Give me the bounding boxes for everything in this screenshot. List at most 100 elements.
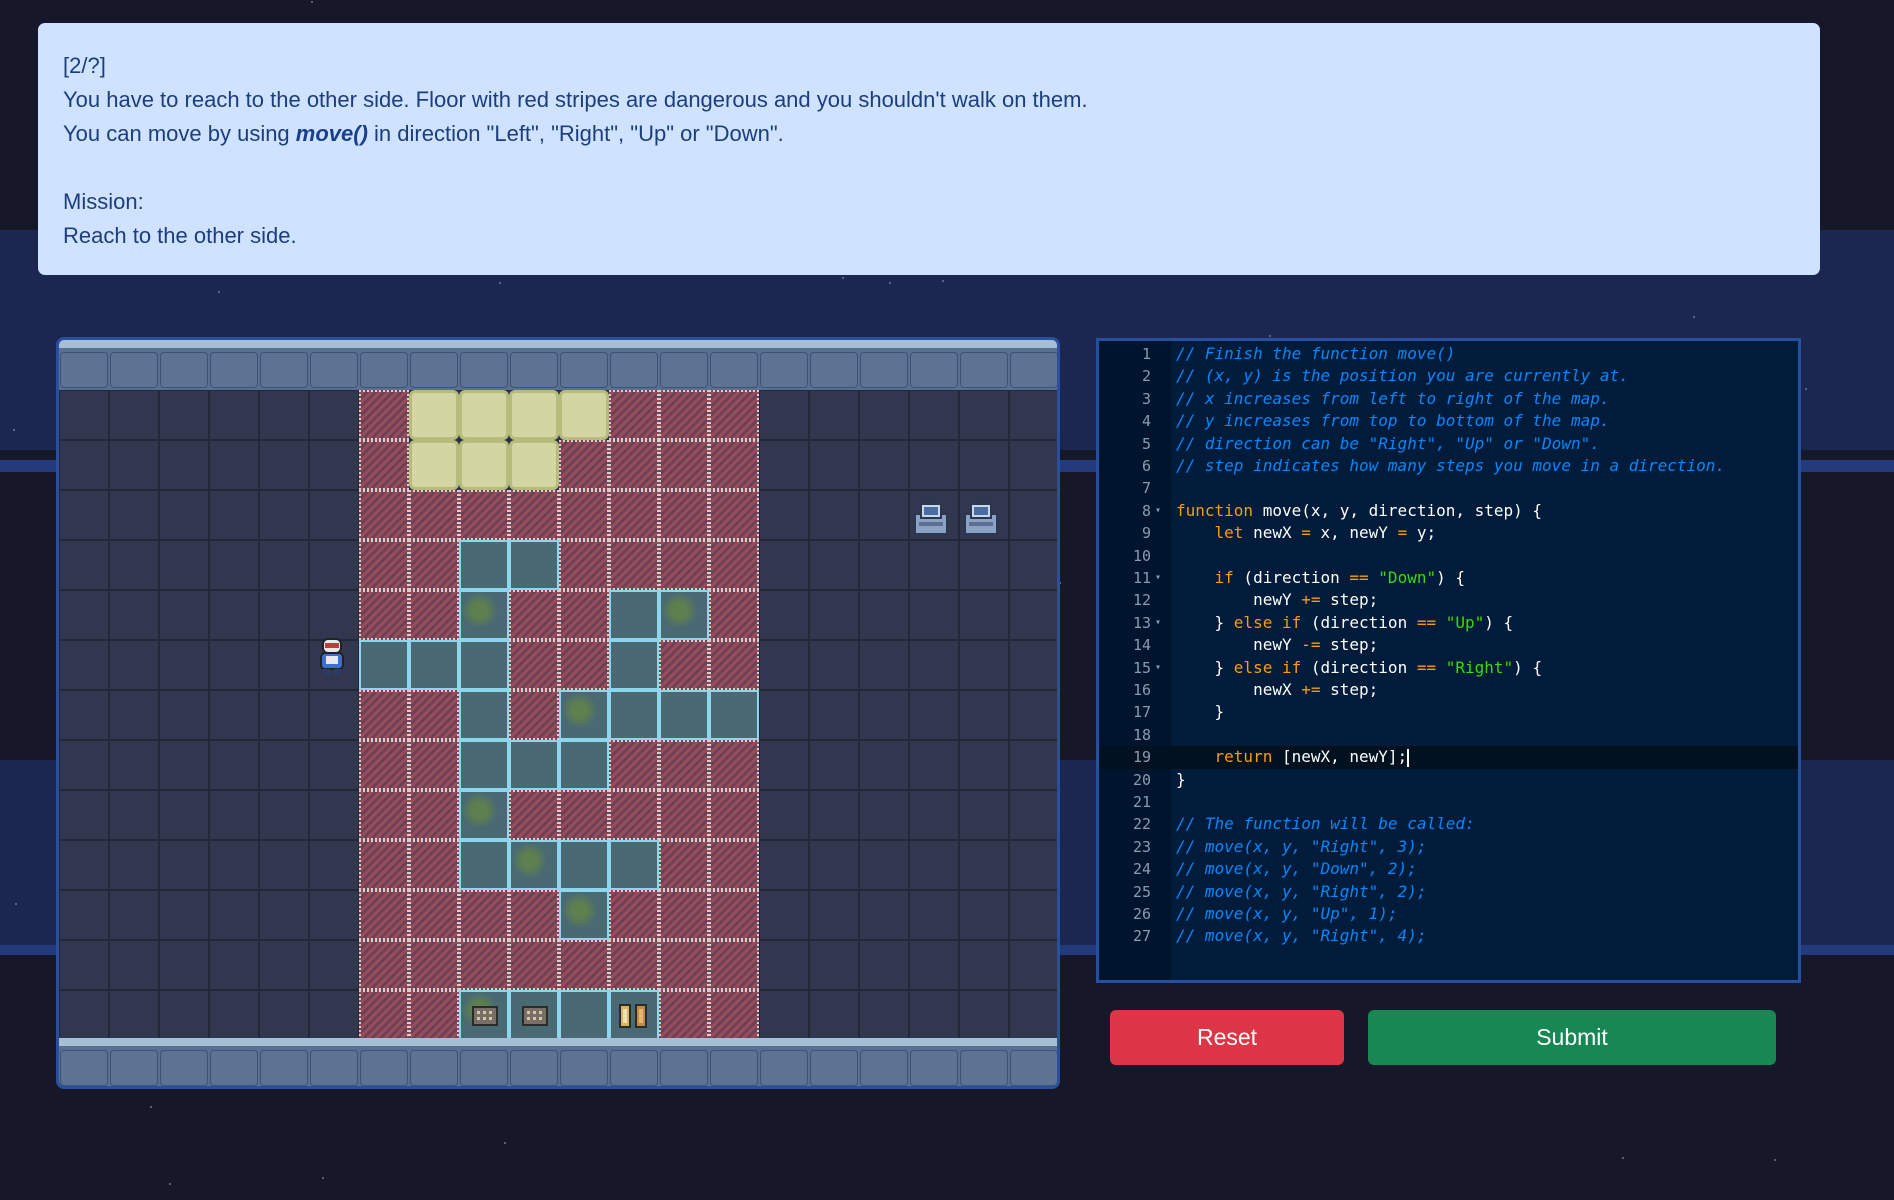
code-line[interactable]: 4 // y increases from top to bottom of th… — [1099, 410, 1798, 432]
floor-tile — [909, 590, 959, 640]
goal-tile — [509, 390, 559, 440]
wall-block — [260, 1050, 308, 1086]
code-line[interactable]: 10 — [1099, 545, 1798, 567]
hazard-tile — [509, 490, 559, 540]
hazard-tile — [359, 740, 409, 790]
floor-tile — [1009, 940, 1057, 990]
code-line[interactable]: 21 — [1099, 791, 1798, 813]
floor-tile — [909, 840, 959, 890]
floor-tile — [959, 390, 1009, 440]
floor-tile — [809, 640, 859, 690]
floor-tile — [859, 440, 909, 490]
line-number: 19 — [1132, 748, 1151, 767]
code-text: // step indicates how many steps you mov… — [1176, 456, 1726, 475]
code-line[interactable]: 13 ▾ } else if (direction == "Up") { — [1099, 612, 1798, 634]
fold-arrow-icon[interactable]: ▾ — [1155, 567, 1161, 589]
code-line[interactable]: 18 — [1099, 724, 1798, 746]
hazard-tile — [659, 890, 709, 940]
text-cursor — [1407, 748, 1410, 767]
code-line[interactable]: 12 newY += step; — [1099, 589, 1798, 611]
line-number: 24 — [1132, 860, 1151, 879]
safe-tile — [459, 790, 509, 840]
reset-button[interactable]: Reset — [1110, 1010, 1344, 1065]
fold-arrow-icon[interactable]: ▾ — [1155, 612, 1161, 634]
code-line[interactable]: 27 // move(x, y, "Right", 4); — [1099, 925, 1798, 947]
code-line[interactable]: 3 // x increases from left to right of th… — [1099, 388, 1798, 410]
code-line[interactable]: 5 // direction can be "Right", "Up" or "D… — [1099, 433, 1798, 455]
code-line[interactable]: 7 — [1099, 477, 1798, 499]
code-text: // move(x, y, "Up", 1); — [1176, 904, 1398, 923]
floor-tile — [109, 440, 159, 490]
hazard-tile — [709, 840, 759, 890]
wall-block — [410, 1050, 458, 1086]
level-indicator: [2/?] — [63, 53, 106, 78]
star — [504, 1142, 506, 1144]
hazard-tile — [609, 440, 659, 490]
code-line[interactable]: 23 // move(x, y, "Right", 3); — [1099, 836, 1798, 858]
floor-tile — [109, 990, 159, 1040]
code-line[interactable]: 14 newY -= step; — [1099, 634, 1798, 656]
hazard-tile — [359, 490, 409, 540]
wall-block — [560, 352, 608, 388]
floor-tile — [1009, 840, 1057, 890]
hazard-tile — [709, 490, 759, 540]
code-line[interactable]: 15 ▾ } else if (direction == "Right") { — [1099, 657, 1798, 679]
floor-tile — [159, 790, 209, 840]
floor-tile — [809, 840, 859, 890]
wall-block — [810, 1050, 858, 1086]
code-line[interactable]: 26 // move(x, y, "Up", 1); — [1099, 903, 1798, 925]
code-text: // move(x, y, "Right", 3); — [1176, 836, 1427, 856]
floor-tile — [809, 540, 859, 590]
floor-tile — [909, 790, 959, 840]
floor-tile — [159, 490, 209, 540]
code-line[interactable]: 1 // Finish the function move() — [1099, 343, 1798, 365]
code-line[interactable]: 22 // The function will be called: — [1099, 813, 1798, 835]
code-line[interactable]: 6 // step indicates how many steps you mo… — [1099, 455, 1798, 477]
battery-icon — [619, 1004, 647, 1028]
code-line[interactable]: 8 ▾ function move(x, y, direction, step) { — [1099, 500, 1798, 522]
code-text: // (x, y) is the position you are curren… — [1176, 366, 1629, 386]
hazard-tile — [359, 890, 409, 940]
hazard-tile — [359, 390, 409, 440]
floor-tile — [1009, 440, 1057, 490]
code-text: } — [1176, 769, 1186, 789]
floor-tile — [209, 440, 259, 490]
code-line[interactable]: 9 let newX = x, newY = y; — [1099, 522, 1798, 544]
wall-block — [60, 352, 108, 388]
fold-arrow-icon[interactable]: ▾ — [1155, 657, 1161, 679]
code-line[interactable]: 16 newX += step; — [1099, 679, 1798, 701]
wall-block — [60, 1050, 108, 1086]
hazard-tile — [709, 890, 759, 940]
floor-tile — [259, 390, 309, 440]
code-line[interactable]: 25 // move(x, y, "Right", 2); — [1099, 881, 1798, 903]
floor-tile — [59, 990, 109, 1040]
instruction-text: You have to reach to the other side. Flo… — [63, 87, 1088, 112]
code-editor[interactable]: 1 // Finish the function move() 2 // (x, y)… — [1096, 338, 1801, 983]
hazard-tile — [509, 940, 559, 990]
wall-block — [710, 1050, 758, 1086]
hazard-tile — [559, 640, 609, 690]
floor-tile — [259, 590, 309, 640]
floor-tile — [259, 440, 309, 490]
star — [842, 277, 844, 279]
fold-arrow-icon[interactable]: ▾ — [1155, 500, 1161, 522]
code-line[interactable]: 2 // (x, y) is the position you are curre… — [1099, 365, 1798, 387]
code-line[interactable]: 19 return [newX, newY]; — [1099, 746, 1798, 769]
code-line[interactable]: 11 ▾ if (direction == "Down") { — [1099, 567, 1798, 589]
code-line[interactable]: 20} — [1099, 769, 1798, 791]
safe-tile — [459, 840, 509, 890]
code-line[interactable]: 17 } — [1099, 701, 1798, 723]
code-line[interactable]: 24 // move(x, y, "Down", 2); — [1099, 858, 1798, 880]
floor-tile — [809, 690, 859, 740]
line-number: 17 — [1132, 703, 1151, 722]
submit-button[interactable]: Submit — [1368, 1010, 1776, 1065]
floor-tile — [59, 840, 109, 890]
wall-block — [810, 352, 858, 388]
mission-text: Reach to the other side. — [63, 223, 297, 248]
safe-tile — [659, 590, 709, 640]
hazard-tile — [559, 590, 609, 640]
wall-block — [960, 352, 1008, 388]
hazard-tile — [359, 940, 409, 990]
star — [1774, 1159, 1776, 1161]
safe-tile — [559, 740, 609, 790]
